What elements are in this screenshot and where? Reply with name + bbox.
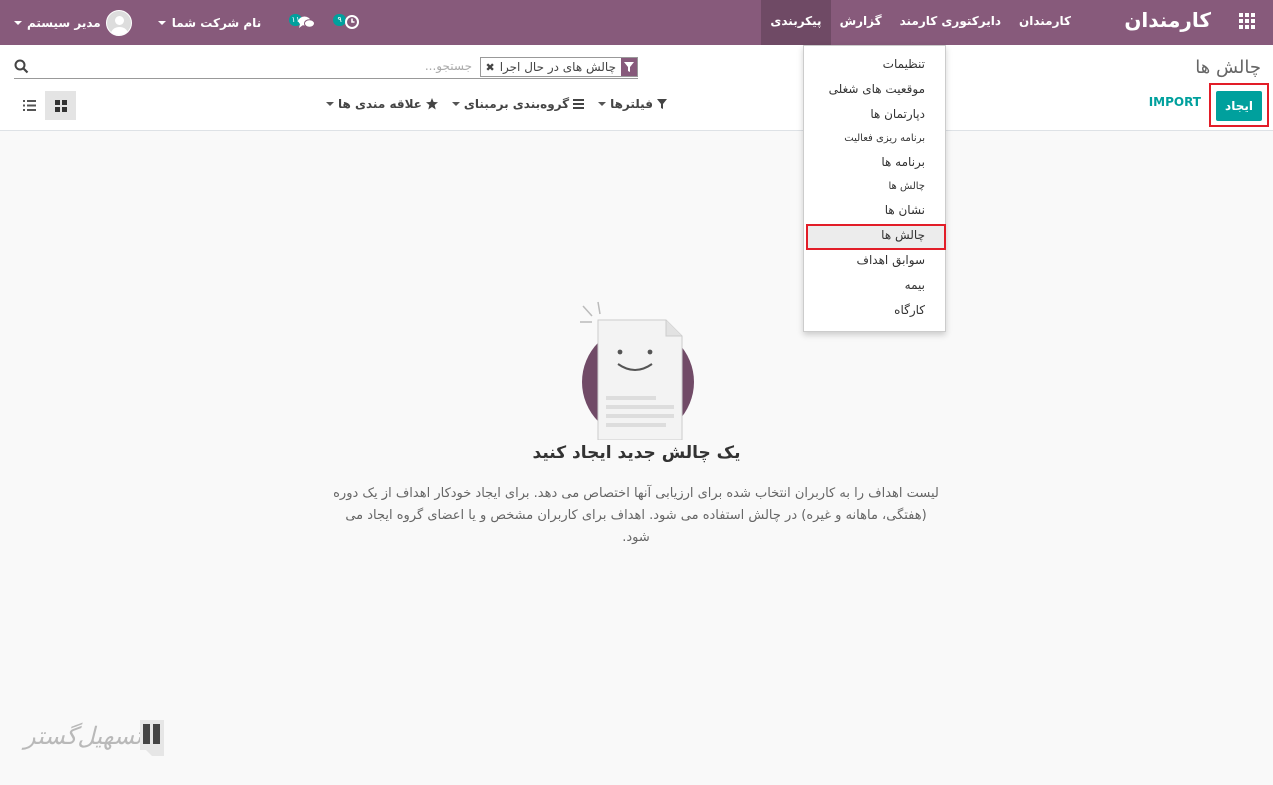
groupby-label: گروه‌بندی برمبنای: [463, 97, 570, 111]
watermark-text: تسهیل‌گستر: [24, 722, 142, 750]
menu-configuration[interactable]: پیکربندی: [761, 0, 831, 45]
kanban-view-icon: [54, 99, 67, 112]
filters-label: فیلترها: [610, 97, 653, 111]
top-navbar: کارمندان کارمندان دایرکتوری کارمند گزارش…: [0, 0, 1273, 45]
dropdown-item-challenges[interactable]: چالش ها: [881, 228, 925, 242]
search-options: فیلترها گروه‌بندی برمبنای علاقه مندی ها: [326, 97, 667, 111]
search-facet: چالش های در حال اجرا ✖: [480, 57, 638, 77]
list-view-icon: [23, 100, 36, 111]
empty-state-description: لیست اهداف را به کاربران انتخاب شده برای…: [333, 486, 939, 545]
company-switcher[interactable]: نام شرکت شما: [157, 15, 262, 30]
systray: ۱۱ ۹: [289, 13, 360, 32]
groupby-dropdown[interactable]: گروه‌بندی برمبنای: [451, 97, 585, 111]
chevron-down-icon: [598, 102, 607, 106]
apps-grid-icon[interactable]: [1237, 13, 1255, 31]
user-menu[interactable]: مدیر سیستم: [14, 9, 132, 36]
watermark-mark-icon: [140, 720, 164, 756]
view-switcher: [14, 91, 76, 120]
list-bars-icon: [573, 99, 585, 109]
menu-employees[interactable]: کارمندان: [1010, 0, 1080, 45]
chevron-down-icon: [326, 102, 334, 106]
filter-icon: [621, 58, 637, 76]
chevron-down-icon: [14, 20, 22, 25]
empty-document-illustration: [580, 301, 694, 440]
user-name: مدیر سیستم: [27, 15, 101, 30]
favorites-dropdown[interactable]: علاقه مندی ها: [326, 97, 438, 111]
dropdown-item-settings[interactable]: تنظیمات: [883, 57, 925, 71]
search-input[interactable]: جستجو...: [425, 59, 472, 73]
filter-icon: [656, 99, 667, 109]
menu-reporting[interactable]: گزارش: [831, 0, 891, 45]
filters-dropdown[interactable]: فیلترها: [598, 97, 667, 111]
activities-button[interactable]: ۹: [333, 13, 360, 32]
chevron-down-icon: [157, 20, 166, 25]
navbar-right-section: مدیر سیستم نام شرکت شما ۱۱ ۹: [14, 0, 360, 45]
dropdown-highlight-box: [806, 224, 946, 250]
messages-button[interactable]: ۱۱: [289, 13, 316, 32]
kanban-view-button[interactable]: [45, 91, 76, 120]
clock-icon: [345, 14, 360, 29]
remove-facet-icon[interactable]: ✖: [481, 61, 494, 74]
dropdown-item-badges[interactable]: نشان ها: [885, 203, 925, 217]
import-button[interactable]: IMPORT: [1149, 95, 1201, 109]
chevron-down-icon: [451, 102, 460, 106]
company-name: نام شرکت شما: [171, 15, 262, 30]
main-menu: کارمندان دایرکتوری کارمند گزارش پیکربندی: [761, 0, 1080, 45]
list-view-button[interactable]: [14, 91, 45, 120]
search-icon[interactable]: [14, 59, 29, 74]
dropdown-item-goal-history[interactable]: سوابق اهداف: [857, 253, 925, 267]
dropdown-item-activity-planning[interactable]: برنامه ریزی فعالیت: [844, 133, 925, 144]
dropdown-section-challenges: چالش ها: [888, 181, 925, 192]
dropdown-item-departments[interactable]: دپارتمان ها: [870, 107, 925, 121]
dropdown-item-job-positions[interactable]: موقعیت های شغلی: [829, 82, 925, 96]
dropdown-item-plans[interactable]: برنامه ها: [881, 155, 925, 169]
menu-employee-directory[interactable]: دایرکتوری کارمند: [891, 0, 1010, 45]
search-bar: چالش های در حال اجرا ✖ جستجو...: [14, 56, 638, 79]
search-facet-value: چالش های در حال اجرا: [499, 60, 616, 74]
dropdown-item-insurance[interactable]: بیمه: [905, 278, 925, 292]
breadcrumb: چالش ها: [1195, 57, 1261, 78]
create-button[interactable]: ایجاد: [1216, 91, 1262, 121]
watermark-logo: تسهیل‌گستر: [20, 716, 170, 762]
configuration-dropdown: تنظیمات موقعیت های شغلی دپارتمان ها برنا…: [803, 45, 946, 332]
dropdown-item-workshop[interactable]: کارگاه: [894, 303, 925, 317]
chat-bubbles-icon: [298, 16, 316, 28]
favorites-label: علاقه مندی ها: [338, 97, 422, 111]
app-brand: کارمندان: [1124, 8, 1211, 32]
star-icon: [425, 98, 438, 110]
empty-state-title: یک چالش جدید ایجاد کنید: [532, 443, 741, 463]
control-panel: چالش ها ایجاد IMPORT چالش های در حال اجر…: [0, 45, 1273, 131]
avatar: [105, 9, 132, 36]
